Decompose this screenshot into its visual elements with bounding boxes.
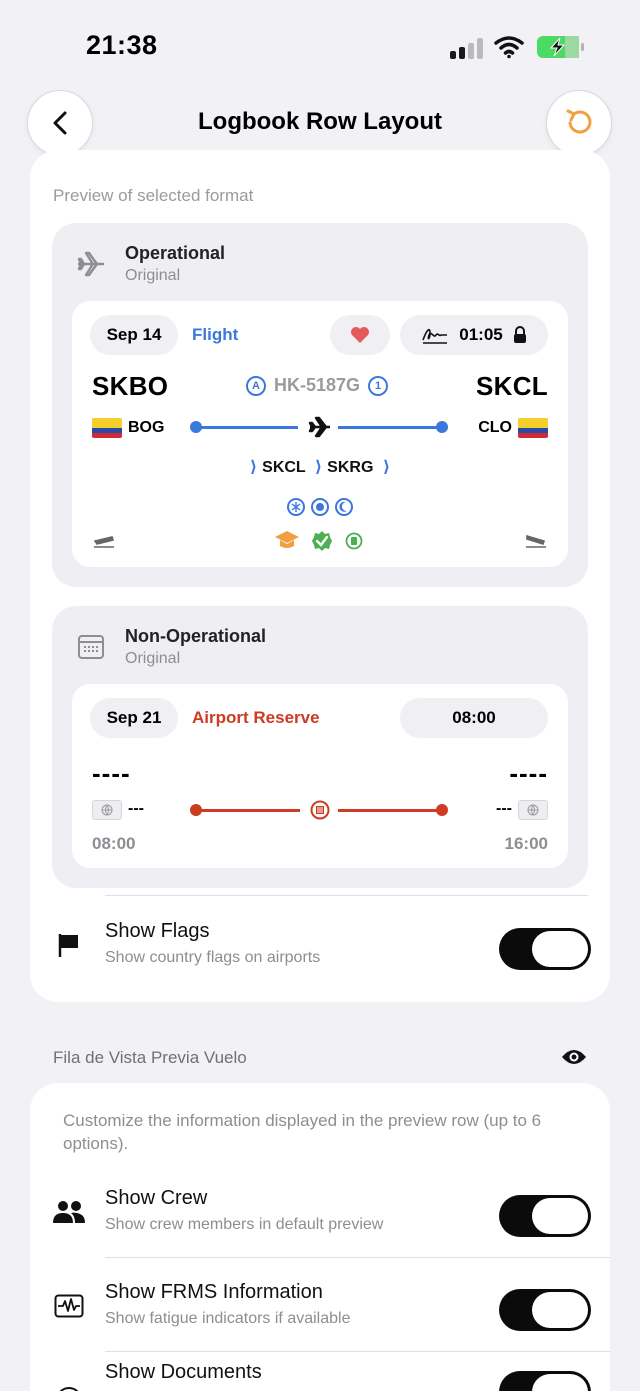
route-line (338, 809, 442, 812)
via-airport: SKRG (327, 459, 374, 476)
waveform-icon (52, 1291, 86, 1321)
group-title: Operational (125, 243, 226, 263)
entry-type-label: Airport Reserve (192, 708, 320, 727)
battery-charging-icon (537, 36, 584, 58)
show-frms-toggle[interactable] (499, 1289, 591, 1331)
date-pill: Sep 21 (90, 698, 178, 738)
calendar-icon (78, 635, 104, 659)
route-end-dot (436, 804, 448, 816)
destination-code: ---- (509, 758, 548, 788)
toggle-knob (532, 1198, 588, 1234)
aircraft-count-badge: 1 (368, 375, 389, 396)
section-label: Fila de Vista Previa Vuelo (53, 1048, 247, 1067)
tail-number: HK-5187G (274, 375, 361, 395)
divider (105, 1257, 610, 1258)
airplane-icon (77, 251, 104, 277)
destination-iata: CLO (478, 419, 512, 436)
route-end-dot (436, 421, 448, 433)
date-pill: Sep 14 (90, 315, 178, 355)
route-line (338, 426, 440, 429)
verified-badge-icon (312, 531, 332, 551)
origin-iata: BOG (128, 419, 165, 436)
duration-value: 01:05 (459, 325, 503, 344)
duty-preview-row: Sep 21 Airport Reserve 08:00 ---- ---- -… (72, 684, 568, 868)
section-description: Customize the information displayed in t… (63, 1111, 542, 1153)
cellular-signal-icon (450, 37, 484, 59)
origin-code: ---- (92, 758, 131, 788)
page-title: Logbook Row Layout (198, 108, 442, 135)
crew-icon (52, 1197, 86, 1227)
origin-iata: --- (128, 800, 144, 817)
setting-title: Show FRMS Information (105, 1281, 323, 1303)
group-title: Non-Operational (125, 626, 267, 646)
aircraft-type-badge: A (246, 375, 266, 396)
signature-icon (422, 328, 448, 344)
favorite-pill (330, 315, 390, 355)
toggle-knob (532, 931, 588, 967)
show-frms-row: Show FRMS Information Show fatigue indic… (30, 1259, 610, 1353)
setting-description: Show crew members in default preview (105, 1216, 384, 1233)
via-airports: ⟩ SKCL ⟩ SKRG ⟩ (249, 459, 391, 476)
setting-description: Show country flags on airports (105, 949, 321, 966)
start-time: 08:00 (92, 834, 136, 853)
show-documents-row: Show Documents (30, 1353, 610, 1391)
non-operational-preview-group[interactable]: Non-Operational Original Sep 21 Airport … (52, 606, 588, 888)
preview-row-settings-card: Customize the information displayed in t… (30, 1083, 610, 1391)
route-line (196, 426, 298, 429)
setting-description: Show fatigue indicators if available (105, 1310, 351, 1327)
reset-button[interactable] (546, 90, 612, 156)
route-line (196, 809, 300, 812)
landing-icon (526, 534, 546, 548)
toggle-knob (532, 1292, 588, 1328)
divider (105, 1351, 610, 1352)
toggle-knob (532, 1374, 588, 1391)
building-icon (310, 800, 330, 820)
divider (105, 895, 588, 896)
globe-icon (92, 800, 122, 820)
show-flags-row: Show Flags Show country flags on airport… (30, 898, 610, 992)
heart-icon (351, 327, 369, 343)
airplane-icon (308, 416, 330, 438)
operational-preview-group[interactable]: Operational Original Sep 14 Flight 01:05 (52, 223, 588, 587)
end-time: 16:00 (504, 834, 548, 853)
group-subtitle: Original (125, 650, 181, 667)
setting-title: Show Documents (105, 1361, 262, 1383)
flag-icon (52, 930, 86, 960)
show-crew-row: Show Crew Show crew members in default p… (30, 1165, 610, 1259)
eye-icon[interactable] (561, 1048, 587, 1066)
entry-type-label: Flight (192, 325, 239, 344)
setting-title: Show Flags (105, 920, 210, 942)
status-time: 21:38 (86, 30, 158, 60)
duration-pill: 01:05 (400, 315, 548, 355)
duration-pill: 08:00 (400, 698, 548, 738)
status-bar: 21:38 (0, 0, 640, 90)
conditions-icons (287, 498, 353, 516)
show-flags-toggle[interactable] (499, 928, 591, 970)
via-airport: SKCL (262, 459, 306, 476)
lock-icon (513, 326, 526, 343)
wifi-icon (494, 36, 524, 59)
colombia-flag-icon (92, 418, 122, 438)
setting-title: Show Crew (105, 1187, 208, 1209)
destination-icao: SKCL (476, 371, 548, 401)
reset-arrow-icon (566, 109, 592, 134)
preview-caption: Preview of selected format (53, 186, 254, 205)
origin-icao: SKBO (92, 371, 169, 401)
document-icon (345, 532, 363, 550)
group-subtitle: Original (125, 267, 181, 284)
training-cap-icon (275, 531, 299, 548)
document-circle-icon (52, 1385, 86, 1391)
flight-preview-row: Sep 14 Flight 01:05 SKBO SKCL A HK-5187G… (72, 301, 568, 567)
aircraft-tail: A HK-5187G 1 (246, 375, 389, 396)
takeoff-icon (93, 536, 115, 548)
globe-icon (518, 800, 548, 820)
show-documents-toggle[interactable] (499, 1371, 591, 1391)
layout-settings-card: Preview of selected format Operational O… (30, 150, 610, 1002)
destination-iata: --- (496, 800, 512, 817)
colombia-flag-icon (518, 418, 548, 438)
show-crew-toggle[interactable] (499, 1195, 591, 1237)
